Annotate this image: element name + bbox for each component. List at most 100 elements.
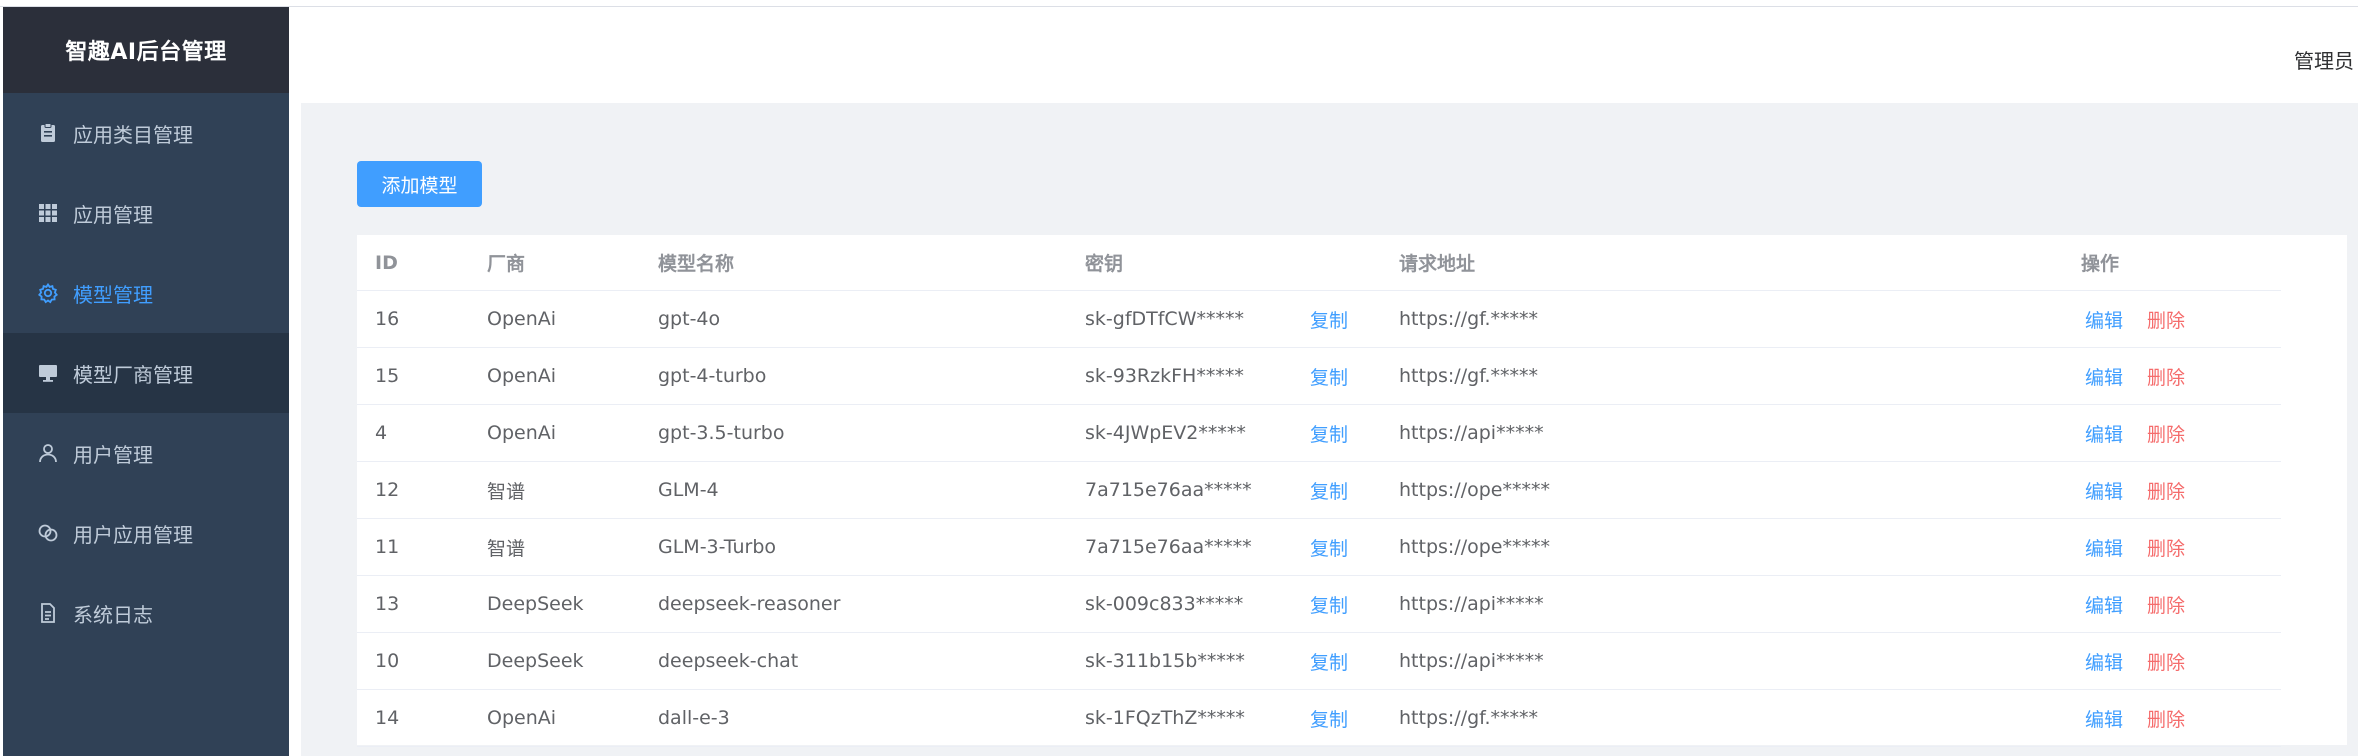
cell-vendor: 智谱 — [469, 461, 640, 519]
delete-button[interactable]: 删除 — [2147, 652, 2185, 674]
table-row: 13 DeepSeek deepseek-reasoner sk-009c833… — [357, 575, 2281, 633]
cell-url: https://api***** — [1381, 575, 2063, 633]
grid-icon — [37, 202, 59, 224]
sidebar-item-user-app[interactable]: 用户应用管理 — [3, 493, 289, 573]
copy-key-button[interactable]: 复制 — [1292, 689, 1381, 747]
sidebar-item-user[interactable]: 用户管理 — [3, 413, 289, 493]
edit-button[interactable]: 编辑 — [2085, 481, 2123, 503]
column-header-key: 密钥 — [1067, 235, 1292, 291]
cell-name: deepseek-reasoner — [640, 575, 1067, 633]
cell-ops: 编辑 删除 — [2063, 290, 2281, 348]
delete-button[interactable]: 删除 — [2147, 538, 2185, 560]
copy-key-button[interactable]: 复制 — [1292, 461, 1381, 519]
table-row: 4 OpenAi gpt-3.5-turbo sk-4JWpEV2***** 复… — [357, 404, 2281, 462]
sidebar-item-label: 模型管理 — [73, 282, 153, 307]
cell-name: dall-e-3 — [640, 689, 1067, 747]
cell-url: https://api***** — [1381, 632, 2063, 690]
column-header-url: 请求地址 — [1381, 235, 2063, 291]
cell-vendor: OpenAi — [469, 404, 640, 462]
copy-key-button[interactable]: 复制 — [1292, 518, 1381, 576]
cell-id: 14 — [357, 689, 469, 747]
edit-button[interactable]: 编辑 — [2085, 538, 2123, 560]
cell-name: gpt-3.5-turbo — [640, 404, 1067, 462]
cell-key: sk-1FQzThZ***** — [1067, 689, 1292, 747]
cell-vendor: 智谱 — [469, 518, 640, 576]
top-header: 管理员 — [289, 7, 2358, 103]
sidebar-item-label: 模型厂商管理 — [73, 362, 193, 387]
copy-key-button[interactable]: 复制 — [1292, 347, 1381, 405]
add-model-button[interactable]: 添加模型 — [357, 161, 482, 207]
edit-button[interactable]: 编辑 — [2085, 310, 2123, 332]
table-row: 10 DeepSeek deepseek-chat sk-311b15b****… — [357, 632, 2281, 690]
cell-url: https://api***** — [1381, 404, 2063, 462]
table-header-row: ID 厂商 模型名称 密钥 请求地址 操作 — [357, 235, 2281, 291]
clipboard-icon — [37, 122, 59, 144]
copy-key-button[interactable]: 复制 — [1292, 404, 1381, 462]
sidebar: 智趣AI后台管理 应用类目管理 应用管理 模型管理 模型厂商管理 用户管理 用户… — [3, 7, 289, 756]
link-icon — [37, 522, 59, 544]
cell-name: GLM-4 — [640, 461, 1067, 519]
delete-button[interactable]: 删除 — [2147, 709, 2185, 731]
cell-key: sk-009c833***** — [1067, 575, 1292, 633]
sidebar-item-app[interactable]: 应用管理 — [3, 173, 289, 253]
cell-id: 12 — [357, 461, 469, 519]
cell-name: deepseek-chat — [640, 632, 1067, 690]
copy-key-button[interactable]: 复制 — [1292, 575, 1381, 633]
edit-button[interactable]: 编辑 — [2085, 424, 2123, 446]
user-icon — [37, 442, 59, 464]
column-header-vendor: 厂商 — [469, 235, 640, 291]
edit-button[interactable]: 编辑 — [2085, 367, 2123, 389]
sidebar-item-label: 用户应用管理 — [73, 522, 193, 547]
copy-key-button[interactable]: 复制 — [1292, 632, 1381, 690]
sidebar-item-system-log[interactable]: 系统日志 — [3, 573, 289, 653]
column-header-id: ID — [357, 235, 469, 291]
cell-name: gpt-4-turbo — [640, 347, 1067, 405]
cell-url: https://gf.***** — [1381, 290, 2063, 348]
cell-key: sk-4JWpEV2***** — [1067, 404, 1292, 462]
sidebar-item-model-vendor[interactable]: 模型厂商管理 — [3, 333, 289, 413]
delete-button[interactable]: 删除 — [2147, 595, 2185, 617]
app-title: 智趣AI后台管理 — [3, 7, 289, 93]
cell-ops: 编辑 删除 — [2063, 575, 2281, 633]
sidebar-item-label: 系统日志 — [73, 602, 153, 627]
cell-ops: 编辑 删除 — [2063, 518, 2281, 576]
content-gutter — [289, 103, 301, 756]
cell-id: 13 — [357, 575, 469, 633]
edit-button[interactable]: 编辑 — [2085, 709, 2123, 731]
model-table-card: ID 厂商 模型名称 密钥 请求地址 操作 16 OpenAi gpt-4o s… — [357, 235, 2347, 747]
cell-key: sk-93RzkFH***** — [1067, 347, 1292, 405]
delete-button[interactable]: 删除 — [2147, 310, 2185, 332]
cell-url: https://gf.***** — [1381, 347, 2063, 405]
table-row: 14 OpenAi dall-e-3 sk-1FQzThZ***** 复制 ht… — [357, 689, 2281, 747]
document-icon — [37, 602, 59, 624]
gear-icon — [37, 282, 59, 304]
edit-button[interactable]: 编辑 — [2085, 652, 2123, 674]
cell-ops: 编辑 删除 — [2063, 404, 2281, 462]
copy-key-button[interactable]: 复制 — [1292, 290, 1381, 348]
sidebar-item-label: 应用类目管理 — [73, 122, 193, 147]
cell-id: 11 — [357, 518, 469, 576]
table-row: 11 智谱 GLM-3-Turbo 7a715e76aa***** 复制 htt… — [357, 518, 2281, 576]
delete-button[interactable]: 删除 — [2147, 481, 2185, 503]
cell-name: gpt-4o — [640, 290, 1067, 348]
delete-button[interactable]: 删除 — [2147, 367, 2185, 389]
edit-button[interactable]: 编辑 — [2085, 595, 2123, 617]
sidebar-item-app-category[interactable]: 应用类目管理 — [3, 93, 289, 173]
cell-ops: 编辑 删除 — [2063, 689, 2281, 747]
cell-ops: 编辑 删除 — [2063, 632, 2281, 690]
table-row: 12 智谱 GLM-4 7a715e76aa***** 复制 https://o… — [357, 461, 2281, 519]
cell-vendor: DeepSeek — [469, 632, 640, 690]
delete-button[interactable]: 删除 — [2147, 424, 2185, 446]
cell-vendor: OpenAi — [469, 347, 640, 405]
column-header-copy — [1292, 235, 1381, 291]
sidebar-item-model[interactable]: 模型管理 — [3, 253, 289, 333]
cell-key: 7a715e76aa***** — [1067, 518, 1292, 576]
column-header-ops: 操作 — [2063, 235, 2281, 291]
cell-ops: 编辑 删除 — [2063, 461, 2281, 519]
window-top-border — [0, 0, 2358, 7]
cell-id: 4 — [357, 404, 469, 462]
user-menu[interactable]: 管理员 — [2294, 45, 2354, 74]
cell-url: https://ope***** — [1381, 461, 2063, 519]
monitor-icon — [37, 362, 59, 384]
sidebar-item-label: 应用管理 — [73, 202, 153, 227]
